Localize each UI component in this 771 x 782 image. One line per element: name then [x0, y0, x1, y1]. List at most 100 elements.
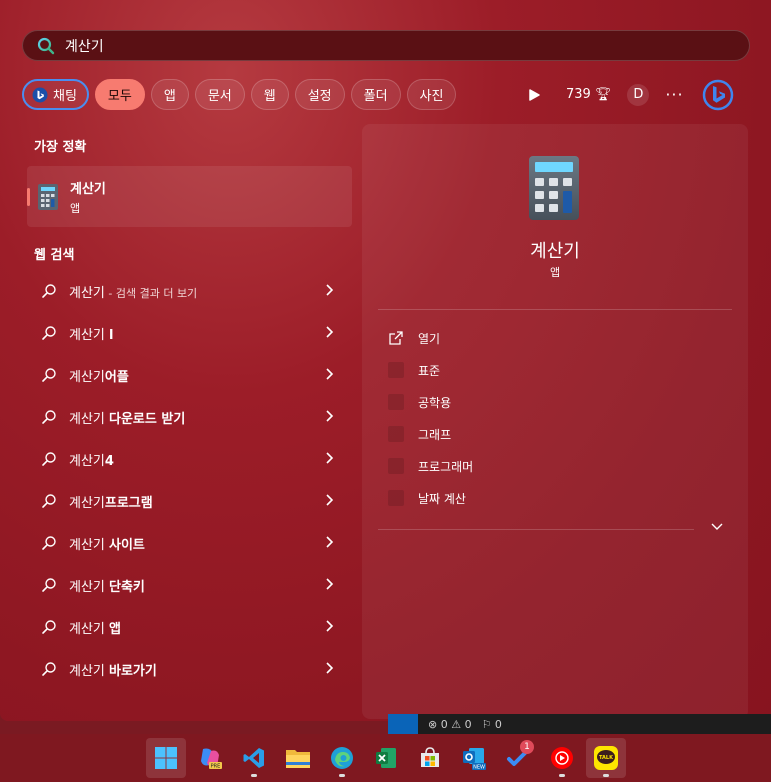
notification-badge: 1: [520, 740, 534, 754]
chevron-right-icon: [326, 620, 334, 632]
chevron-right-icon: [326, 662, 334, 674]
chevron-right-icon: [326, 578, 334, 590]
todo-button[interactable]: 1: [498, 738, 538, 778]
web-result-completion: 단축키: [109, 579, 145, 595]
programmer-mode-icon: [388, 458, 404, 474]
kakaotalk-button[interactable]: TALK: [586, 738, 626, 778]
bing-chat-icon[interactable]: [702, 79, 734, 111]
account-avatar[interactable]: D: [627, 83, 650, 106]
youtube-music-button[interactable]: [542, 738, 582, 778]
best-match-subtitle: 앱: [70, 201, 81, 215]
svg-text:PRE: PRE: [211, 764, 221, 770]
file-explorer-button[interactable]: [278, 738, 318, 778]
filter-bar: 채팅 모두 앱 문서 웹 설정 폴더 사진: [22, 78, 462, 111]
search-input[interactable]: [65, 37, 665, 54]
web-result-row[interactable]: 계산기4: [27, 438, 352, 480]
more-options-button[interactable]: ···: [665, 85, 683, 104]
search-icon: [42, 326, 56, 340]
action-label: 그래프: [418, 427, 452, 442]
web-result-row[interactable]: 계산기 사이트: [27, 522, 352, 564]
web-result-query: 계산기: [69, 663, 110, 679]
best-match-item[interactable]: 계산기 앱: [27, 166, 352, 227]
web-result-completion: 사이트: [109, 537, 145, 553]
filter-documents[interactable]: 문서: [194, 79, 245, 110]
web-result-query: 계산기: [69, 537, 110, 553]
standard-mode-action[interactable]: 표준: [388, 354, 473, 386]
scientific-mode-action[interactable]: 공학용: [388, 386, 473, 418]
problems-indicator: ⊗ 0 ⚠ 0: [428, 717, 472, 731]
web-result-row[interactable]: 계산기 l: [27, 312, 352, 354]
bing-icon: [32, 87, 48, 102]
points-value: 739: [566, 87, 591, 102]
action-list: 열기 표준 공학용 그래프 프로그래머 날짜 계산: [388, 322, 473, 514]
excel-icon: [376, 748, 396, 768]
outlook-new-button[interactable]: NEW: [454, 738, 494, 778]
search-icon: [42, 662, 56, 676]
detail-subtitle: 앱: [549, 266, 561, 279]
programmer-mode-action[interactable]: 프로그래머: [388, 450, 473, 482]
filter-web[interactable]: 웹: [250, 79, 289, 110]
web-result-query: 계산기: [69, 621, 110, 637]
edge-button[interactable]: [322, 738, 362, 778]
chevron-right-icon: [326, 536, 334, 548]
chevron-down-icon[interactable]: [710, 522, 724, 532]
vscode-icon: [243, 748, 264, 768]
web-result-completion: 앱: [109, 621, 121, 637]
open-action[interactable]: 열기: [388, 322, 473, 354]
action-label: 날짜 계산: [418, 491, 466, 506]
web-result-row[interactable]: 계산기 - 검색 결과 더 보기: [27, 270, 352, 312]
web-result-query: 계산기: [69, 285, 105, 301]
open-external-icon: [389, 331, 403, 345]
remote-indicator: [388, 714, 418, 734]
calculator-large-icon: [529, 156, 579, 220]
search-icon: [42, 452, 56, 466]
web-result-completion: 바로가기: [109, 663, 157, 679]
svg-text:NEW: NEW: [473, 765, 485, 771]
scientific-mode-icon: [388, 394, 404, 410]
web-result-row[interactable]: 계산기 단축키: [27, 564, 352, 606]
filter-apps[interactable]: 앱: [150, 79, 189, 110]
web-result-row[interactable]: 계산기 다운로드 받기: [27, 396, 352, 438]
search-box[interactable]: [22, 30, 750, 61]
more-filters-button[interactable]: [520, 81, 548, 109]
filter-folders[interactable]: 폴더: [350, 79, 401, 110]
graphing-mode-action[interactable]: 그래프: [388, 418, 473, 450]
search-icon: [37, 37, 55, 54]
search-icon: [42, 494, 56, 508]
excel-button[interactable]: [366, 738, 406, 778]
search-icon: [42, 410, 56, 424]
divider: [378, 309, 732, 310]
web-result-completion: l: [109, 327, 114, 343]
filter-photos[interactable]: 사진: [406, 79, 457, 110]
search-icon: [42, 368, 56, 382]
calculator-app-icon: [38, 183, 58, 210]
web-result-suffix: - 검색 결과 더 보기: [104, 286, 198, 300]
web-result-row[interactable]: 계산기 바로가기: [27, 648, 352, 690]
web-result-completion: 다운로드 받기: [109, 411, 186, 427]
rewards-points[interactable]: 739 🏆︎: [566, 87, 611, 102]
start-button[interactable]: [146, 738, 186, 778]
taskbar: PRE NEW 1 TALK: [0, 734, 771, 782]
chat-chip[interactable]: 채팅: [22, 79, 89, 110]
web-result-row[interactable]: 계산기어플: [27, 354, 352, 396]
filter-settings[interactable]: 설정: [294, 79, 345, 110]
action-label: 프로그래머: [418, 459, 474, 474]
running-indicator: [559, 774, 565, 777]
date-calculation-action[interactable]: 날짜 계산: [388, 482, 473, 514]
chat-chip-label: 채팅: [53, 89, 77, 104]
chevron-right-icon: [326, 326, 334, 338]
web-result-query: 계산기: [69, 327, 110, 343]
web-result-row[interactable]: 계산기프로그램: [27, 480, 352, 522]
filter-all[interactable]: 모두: [94, 79, 145, 110]
web-result-row[interactable]: 계산기 앱: [27, 606, 352, 648]
start-search-panel: 채팅 모두 앱 문서 웹 설정 폴더 사진 739 🏆︎ D ··· 가장 정확: [0, 0, 771, 721]
microsoft-store-button[interactable]: [410, 738, 450, 778]
chevron-right-icon: [326, 494, 334, 506]
action-label: 표준: [418, 363, 441, 378]
web-result-completion: 어플: [104, 369, 129, 385]
youtube-music-icon: [551, 747, 573, 769]
vscode-button[interactable]: [234, 738, 274, 778]
action-label: 공학용: [418, 395, 452, 410]
background-app-strip: ⊗ 0 ⚠ 0 ⚐ 0: [388, 714, 771, 734]
copilot-pre-button[interactable]: PRE: [190, 738, 230, 778]
